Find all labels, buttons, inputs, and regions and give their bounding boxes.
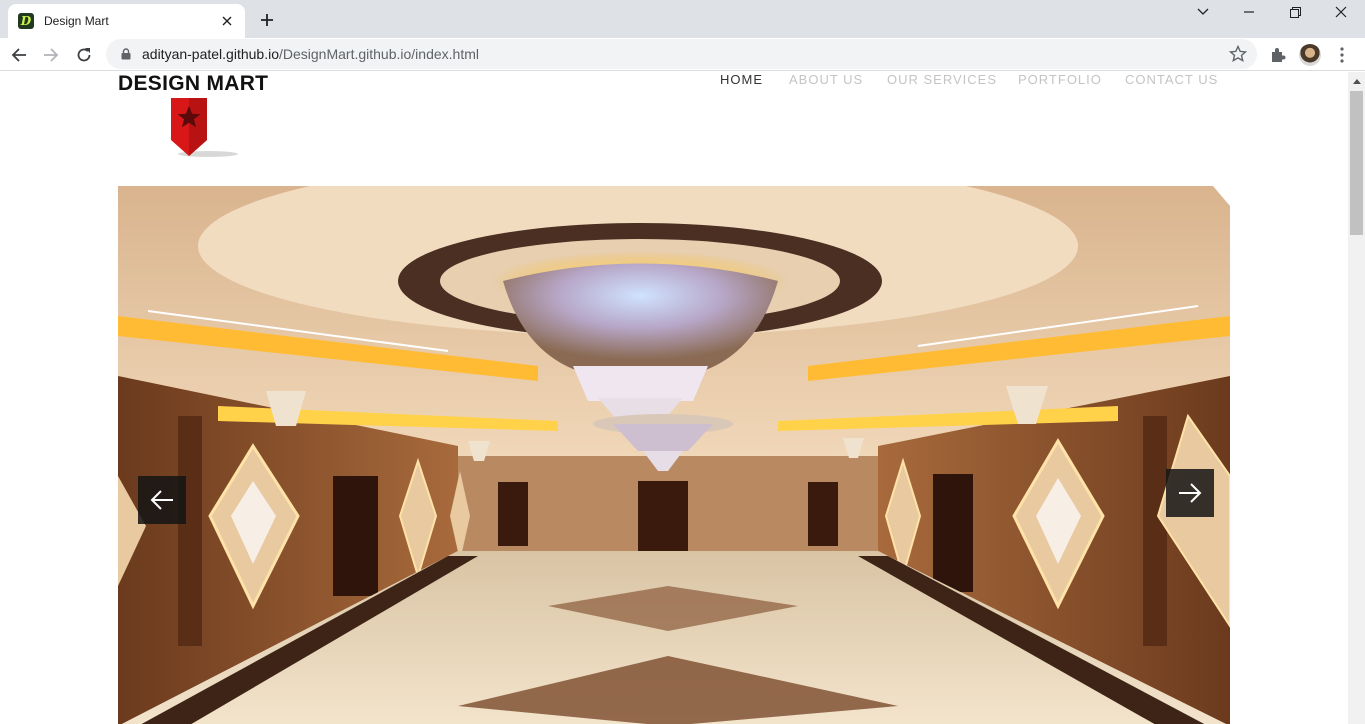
forward-icon[interactable] <box>38 42 64 68</box>
nav-home[interactable]: HOME <box>720 72 763 87</box>
star-icon[interactable] <box>1229 45 1247 63</box>
arrow-left-icon <box>150 490 173 510</box>
scroll-thumb[interactable] <box>1350 91 1363 235</box>
minimize-icon[interactable] <box>1226 0 1272 24</box>
nav-portfolio[interactable]: PORTFOLIO <box>1018 72 1102 87</box>
carousel-next-button[interactable] <box>1166 469 1214 517</box>
favicon-icon: D <box>18 13 34 29</box>
reload-icon[interactable] <box>71 42 97 68</box>
address-bar[interactable]: adityan-patel.github.io/DesignMart.githu… <box>106 39 1257 69</box>
puzzle-icon[interactable] <box>1265 42 1291 68</box>
plus-icon[interactable] <box>256 9 278 31</box>
page-scrollbar[interactable] <box>1348 72 1365 724</box>
chevron-down-icon[interactable] <box>1180 0 1226 24</box>
carousel-prev-button[interactable] <box>138 476 186 524</box>
banquet-hall-image <box>118 186 1230 724</box>
tab-strip: D Design Mart <box>0 0 1365 38</box>
scroll-up-icon[interactable] <box>1348 72 1365 89</box>
bookmark-star-logo <box>171 98 238 157</box>
browser-tab[interactable]: D Design Mart <box>8 4 245 38</box>
page-viewport: DESIGN MART HOME ABOUT US OUR SERVICES P… <box>0 72 1348 724</box>
hero-carousel <box>118 186 1230 724</box>
profile-avatar[interactable] <box>1297 42 1323 68</box>
arrow-right-icon <box>1179 483 1202 503</box>
tab-title: Design Mart <box>44 14 109 28</box>
close-window-icon[interactable] <box>1318 0 1364 24</box>
url-text: adityan-patel.github.io/DesignMart.githu… <box>142 46 479 62</box>
nav-contact-us[interactable]: CONTACT US <box>1125 72 1218 87</box>
nav-our-services[interactable]: OUR SERVICES <box>887 72 997 87</box>
close-icon[interactable] <box>219 13 235 29</box>
browser-toolbar: adityan-patel.github.io/DesignMart.githu… <box>0 38 1365 71</box>
lock-icon <box>121 48 131 60</box>
back-icon[interactable] <box>6 42 32 68</box>
kebab-menu-icon[interactable] <box>1329 42 1355 68</box>
site-brand[interactable]: DESIGN MART <box>118 72 268 96</box>
nav-about-us[interactable]: ABOUT US <box>789 72 863 87</box>
restore-icon[interactable] <box>1272 0 1318 24</box>
